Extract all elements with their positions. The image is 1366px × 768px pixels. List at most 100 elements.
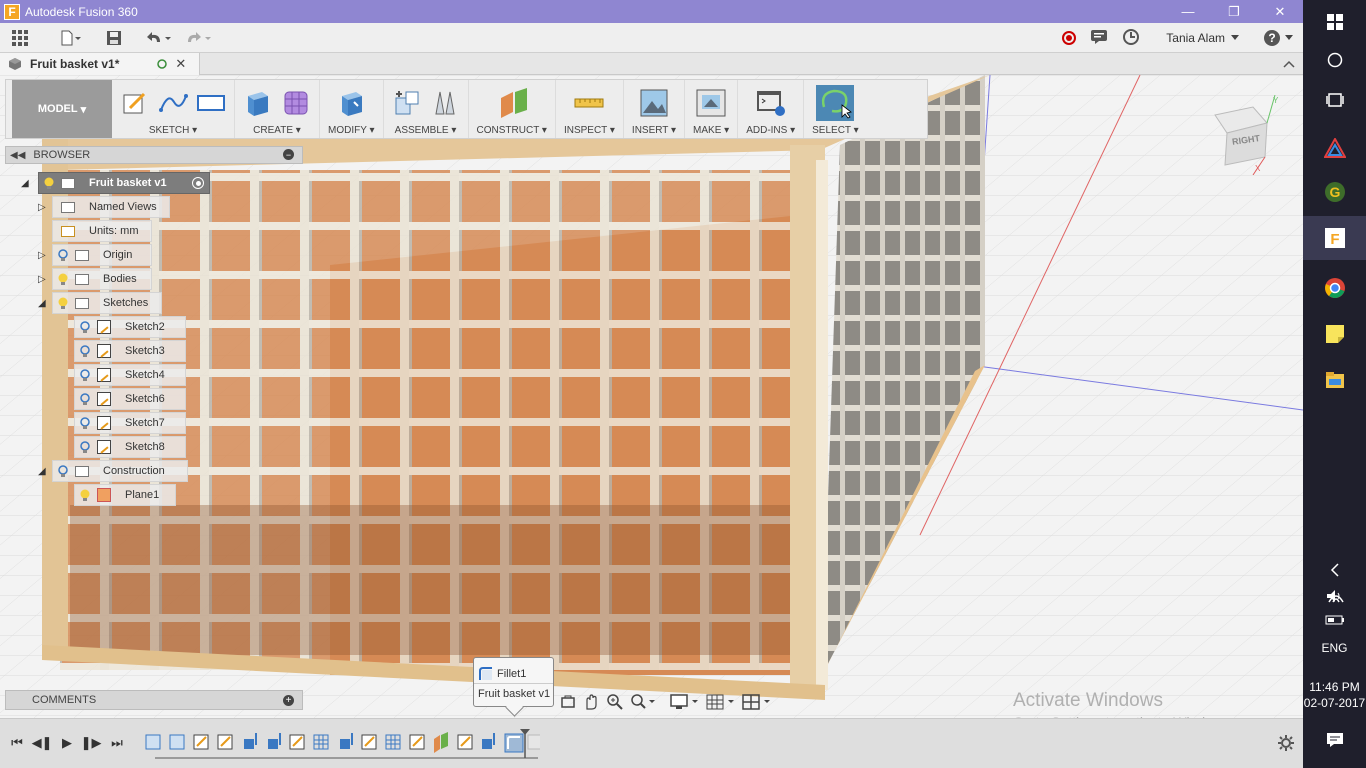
visibility-bulb-icon[interactable] [79, 320, 91, 334]
expand-triangle-icon[interactable]: ▷ [38, 250, 48, 261]
create-sketch-icon[interactable] [120, 88, 150, 118]
3d-print-icon[interactable] [696, 88, 726, 118]
tree-item-sketch6[interactable]: Sketch6 [74, 388, 186, 410]
sticky-notes-icon[interactable] [1303, 312, 1366, 356]
visibility-bulb-icon[interactable] [57, 464, 69, 478]
visibility-bulb-icon[interactable] [79, 416, 91, 430]
tree-item-plane1[interactable]: Plane1 [74, 484, 176, 506]
tree-item-named-views[interactable]: Named Views [52, 196, 170, 218]
view-cube[interactable]: X Y RIGHT [1205, 94, 1285, 176]
create-form-icon[interactable] [281, 88, 311, 118]
make-group[interactable]: MAKE ▾ [685, 80, 739, 138]
data-panel-grid-icon[interactable] [6, 24, 34, 52]
visibility-bulb-icon[interactable] [43, 176, 55, 190]
tree-item-bodies[interactable]: Bodies [52, 268, 152, 290]
collapse-triangle-icon[interactable]: ◢ [21, 178, 31, 189]
timeline-settings-gear-icon[interactable] [1277, 734, 1295, 752]
expand-triangle-icon[interactable]: ▷ [38, 202, 48, 213]
play-icon[interactable]: ▶ [58, 734, 76, 752]
new-component-icon[interactable] [392, 88, 422, 118]
minimize-button[interactable]: — [1165, 0, 1211, 23]
zoom-window-icon[interactable] [630, 693, 656, 711]
visibility-bulb-icon[interactable] [79, 440, 91, 454]
tree-item-sketch8[interactable]: Sketch8 [74, 436, 186, 458]
visibility-bulb-icon[interactable] [79, 368, 91, 382]
clock-date[interactable]: 02-07-2017 [1303, 688, 1366, 718]
tree-item-sketch4[interactable]: Sketch4 [74, 364, 186, 386]
assemble-group[interactable]: ASSEMBLE ▾ [384, 80, 469, 138]
collapse-chevron-up-icon[interactable] [1283, 60, 1295, 68]
expand-triangle-icon[interactable]: ▷ [38, 274, 48, 285]
minimize-browser-icon[interactable]: − [283, 149, 294, 160]
browser-panel-header[interactable]: ◀◀ BROWSER − [5, 146, 303, 164]
tree-item-sketch7[interactable]: Sketch7 [74, 412, 186, 434]
step-forward-icon[interactable]: ❚▶ [81, 734, 102, 752]
maximize-button[interactable]: ❐ [1211, 0, 1257, 23]
joint-icon[interactable] [430, 88, 460, 118]
notifications-icon[interactable] [1090, 29, 1108, 48]
chrome-icon[interactable] [1303, 266, 1366, 310]
tree-item-sketches[interactable]: Sketches [52, 292, 162, 314]
display-settings-icon[interactable] [670, 693, 700, 711]
tree-item-units[interactable]: Units: mm [52, 220, 152, 242]
select-lasso-icon[interactable] [816, 85, 855, 121]
timeline-features[interactable] [140, 729, 540, 759]
visibility-bulb-icon[interactable] [79, 344, 91, 358]
g-app-icon[interactable]: G [1303, 170, 1366, 214]
grid-snaps-icon[interactable] [706, 693, 736, 711]
close-button[interactable]: ✕ [1257, 0, 1303, 23]
fusion-360-taskbar-icon[interactable]: F [1303, 216, 1366, 260]
tree-item-sketch2[interactable]: Sketch2 [74, 316, 186, 338]
create-group[interactable]: CREATE ▾ [235, 80, 320, 138]
collapse-triangle-icon[interactable]: ◢ [38, 298, 48, 309]
file-menu-icon[interactable] [54, 24, 88, 52]
comments-panel-header[interactable]: COMMENTS + [5, 690, 303, 710]
save-icon[interactable] [100, 24, 128, 52]
spline-icon[interactable] [158, 88, 188, 118]
autodesk-app-icon[interactable] [1303, 126, 1366, 170]
document-tab[interactable]: Fruit basket v1* ✕ [0, 53, 200, 75]
insert-image-icon[interactable] [639, 88, 669, 118]
input-language-indicator[interactable]: ENG [1303, 628, 1366, 668]
collapse-triangle-icon[interactable]: ◢ [38, 466, 48, 477]
cortana-search-icon[interactable] [1303, 38, 1366, 82]
step-back-icon[interactable]: ◀❚ [32, 734, 53, 752]
visibility-bulb-icon[interactable] [57, 248, 69, 262]
visibility-bulb-icon[interactable] [79, 392, 91, 406]
collapse-browser-icon[interactable]: ◀◀ [10, 150, 25, 161]
go-to-start-icon[interactable]: ⏮ [8, 734, 26, 752]
rectangle-icon[interactable] [196, 88, 226, 118]
extrude-icon[interactable] [243, 88, 273, 118]
job-status-clock-icon[interactable] [1122, 28, 1140, 49]
redo-icon[interactable] [182, 24, 216, 52]
offset-plane-icon[interactable] [497, 88, 527, 118]
sketch-group[interactable]: SKETCH ▾ [112, 80, 235, 138]
look-at-icon[interactable] [560, 694, 576, 710]
viewports-icon[interactable] [742, 693, 772, 711]
add-ins-group[interactable]: ADD-INS ▾ [738, 80, 805, 138]
tree-item-construction[interactable]: Construction [52, 460, 188, 482]
add-comment-icon[interactable]: + [283, 695, 294, 706]
user-account-menu[interactable]: Tania Alam [1166, 31, 1239, 45]
insert-group[interactable]: INSERT ▾ [624, 80, 686, 138]
scripts-add-ins-icon[interactable] [756, 88, 786, 118]
record-icon[interactable] [1062, 31, 1077, 45]
tree-root-fruit-basket[interactable]: Fruit basket v1 [38, 172, 210, 194]
pan-hand-icon[interactable] [582, 693, 600, 711]
modify-group[interactable]: MODIFY ▾ [320, 80, 384, 138]
construct-group[interactable]: CONSTRUCT ▾ [469, 80, 556, 138]
inspect-group[interactable]: INSPECT ▾ [556, 80, 624, 138]
undo-icon[interactable] [142, 24, 176, 52]
visibility-bulb-icon[interactable] [79, 488, 91, 502]
task-view-icon[interactable] [1303, 78, 1366, 122]
select-group[interactable]: SELECT ▾ [804, 80, 867, 138]
tree-item-sketch3[interactable]: Sketch3 [74, 340, 186, 362]
visibility-bulb-icon[interactable] [57, 272, 69, 286]
workspace-switcher[interactable]: MODEL ▾ [12, 80, 112, 138]
measure-icon[interactable] [574, 88, 604, 118]
visibility-bulb-icon[interactable] [57, 296, 69, 310]
action-center-icon[interactable] [1303, 718, 1366, 762]
zoom-icon[interactable] [606, 693, 624, 711]
go-to-end-icon[interactable]: ⏭ [108, 734, 126, 752]
tree-item-origin[interactable]: Origin [52, 244, 152, 266]
